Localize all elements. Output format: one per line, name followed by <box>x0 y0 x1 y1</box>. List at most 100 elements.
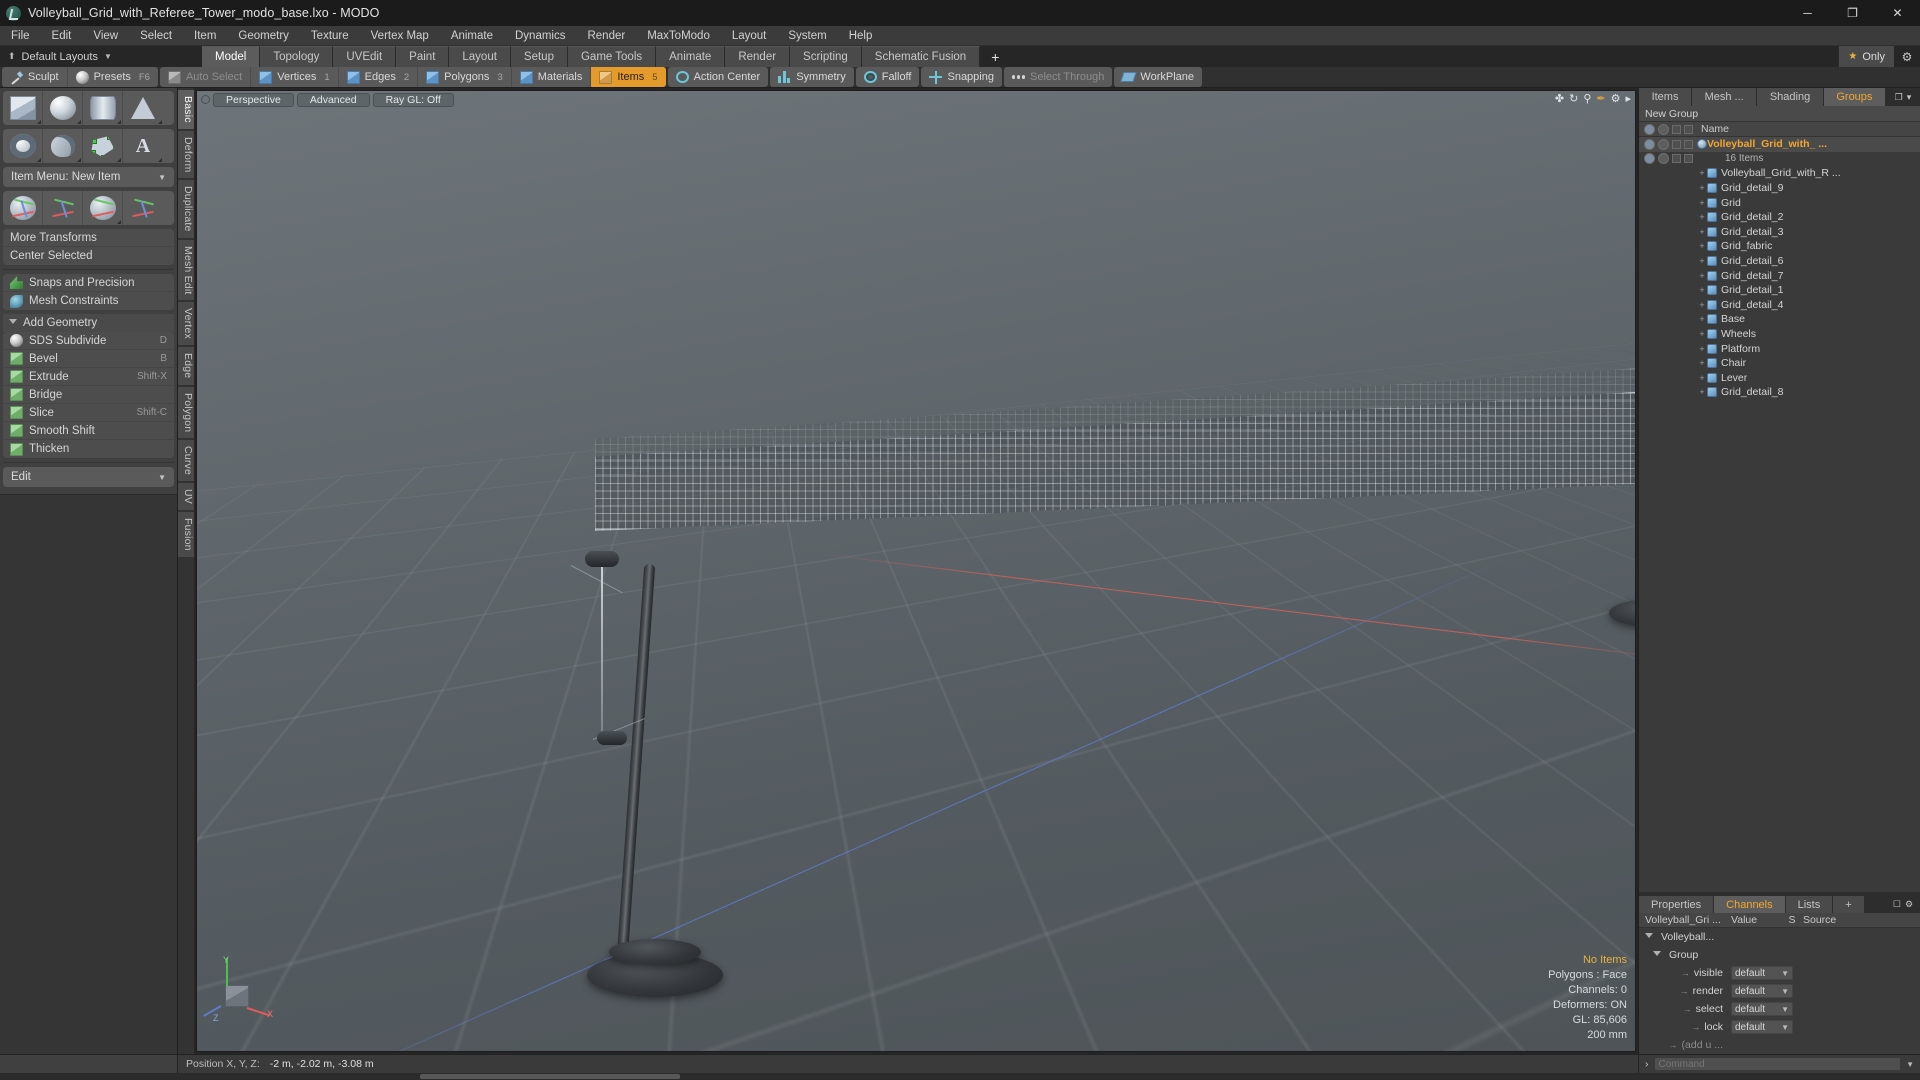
table-row[interactable]: + Volleyball_Grid_with_R ... <box>1639 166 1920 181</box>
panel-menu-icon[interactable]: ▾ <box>1907 92 1912 103</box>
rotate-tool[interactable] <box>43 191 83 225</box>
menu-animate[interactable]: Animate <box>440 26 504 46</box>
expand-icon[interactable]: + <box>1697 168 1707 178</box>
chevron-down-icon[interactable] <box>1653 951 1661 959</box>
extrude-row[interactable]: Extrude Shift-X <box>3 368 174 386</box>
zoom-view-icon[interactable]: ⚲ <box>1583 94 1591 105</box>
render-icon[interactable] <box>1658 123 1669 135</box>
channel-value-dropdown[interactable]: default ▼ <box>1731 966 1793 980</box>
lock-icon[interactable] <box>1684 139 1693 149</box>
expand-icon[interactable]: + <box>1697 314 1707 324</box>
add-geometry-header[interactable]: Add Geometry <box>3 314 174 332</box>
chevron-down-icon[interactable]: ▼ <box>1906 1060 1914 1069</box>
workplane-button[interactable]: WorkPlane <box>1114 67 1202 87</box>
raygl-selector[interactable]: Ray GL: Off <box>372 92 454 107</box>
table-row[interactable]: + Grid_detail_1 <box>1639 283 1920 298</box>
table-row[interactable]: + Grid_detail_6 <box>1639 254 1920 269</box>
panel-popout-icon[interactable]: ☐ <box>1893 899 1901 910</box>
auto-select-button[interactable]: Auto Select <box>160 67 252 87</box>
scale-tool[interactable] <box>83 191 123 225</box>
expand-icon[interactable]: ▸ <box>1625 94 1631 105</box>
expand-icon[interactable]: + <box>1697 183 1707 193</box>
expand-icon[interactable]: + <box>1697 212 1707 222</box>
eye-icon[interactable] <box>1644 153 1655 165</box>
table-row[interactable]: + Grid_detail_2 <box>1639 210 1920 225</box>
expand-icon[interactable]: + <box>1697 300 1707 310</box>
menu-help[interactable]: Help <box>838 26 884 46</box>
tab-uvedit[interactable]: UVEdit <box>333 46 397 67</box>
table-row[interactable]: Group <box>1639 946 1920 964</box>
scrollbar-thumb[interactable] <box>420 1074 680 1079</box>
tab-properties[interactable]: Properties <box>1639 896 1715 913</box>
slice-row[interactable]: Slice Shift-C <box>3 404 174 422</box>
polygon-tool[interactable] <box>83 129 123 163</box>
eye-icon[interactable] <box>1644 138 1655 150</box>
symmetry-button[interactable]: Symmetry <box>770 67 854 87</box>
table-row[interactable]: + Base <box>1639 312 1920 327</box>
render-icon[interactable] <box>1658 138 1669 150</box>
items-button[interactable]: Items 5 <box>591 67 666 87</box>
expand-icon[interactable]: + <box>1697 198 1707 208</box>
add-tab-button[interactable]: + <box>980 46 1011 67</box>
table-row[interactable]: + Grid_detail_4 <box>1639 298 1920 313</box>
expand-icon[interactable]: + <box>1697 387 1707 397</box>
expand-icon[interactable]: + <box>1697 256 1707 266</box>
move-tool[interactable] <box>3 191 43 225</box>
table-row[interactable]: + Wheels <box>1639 327 1920 342</box>
tab-game-tools[interactable]: Game Tools <box>567 46 657 67</box>
menu-geometry[interactable]: Geometry <box>227 26 300 46</box>
move-view-icon[interactable]: ✤ <box>1555 94 1564 105</box>
table-row[interactable]: → visible default ▼ <box>1639 964 1920 982</box>
sculpt-button[interactable]: Sculpt <box>2 67 68 87</box>
thicken-row[interactable]: Thicken <box>3 440 174 458</box>
vtab-duplicate[interactable]: Duplicate <box>178 180 194 238</box>
only-button[interactable]: ★ Only <box>1838 46 1894 67</box>
render-icon[interactable] <box>1658 153 1669 165</box>
select-lock-icon[interactable] <box>1672 154 1681 164</box>
table-row[interactable]: → (add u ... <box>1639 1036 1920 1054</box>
vtab-uv[interactable]: UV <box>178 483 194 511</box>
horizontal-scrollbar[interactable] <box>0 1073 1920 1080</box>
vtab-edge[interactable]: Edge <box>178 347 194 385</box>
transform-tool[interactable] <box>123 191 163 225</box>
panel-popout-icon[interactable]: ❐ <box>1895 92 1903 103</box>
vtab-fusion[interactable]: Fusion <box>178 512 194 557</box>
lock-icon[interactable] <box>1684 154 1693 164</box>
vtab-deform[interactable]: Deform <box>178 130 194 179</box>
materials-button[interactable]: Materials <box>512 67 592 87</box>
tab-setup[interactable]: Setup <box>510 46 568 67</box>
shading-selector[interactable]: Advanced <box>296 92 370 107</box>
expand-icon[interactable]: + <box>1697 285 1707 295</box>
table-row[interactable]: + Grid_fabric <box>1639 239 1920 254</box>
table-row[interactable]: → select default ▼ <box>1639 1000 1920 1018</box>
perspective-viewport[interactable]: Perspective Advanced Ray GL: Off ✤ ↻ ⚲ ✒… <box>196 90 1636 1052</box>
table-row[interactable]: 16 Items <box>1639 152 1920 167</box>
vertices-button[interactable]: Vertices 1 <box>251 67 339 87</box>
new-group-bar[interactable]: New Group <box>1639 106 1920 122</box>
table-row[interactable]: + Chair <box>1639 356 1920 371</box>
smooth-shift-row[interactable]: Smooth Shift <box>3 422 174 440</box>
table-row[interactable]: + Lever <box>1639 371 1920 386</box>
pen-icon[interactable]: ✒ <box>1596 94 1605 105</box>
perspective-selector[interactable]: Perspective <box>213 92 294 107</box>
center-selected-row[interactable]: Center Selected <box>3 247 174 265</box>
eye-icon[interactable] <box>1644 123 1655 135</box>
chevron-down-icon[interactable] <box>1645 933 1653 941</box>
menu-vertex-map[interactable]: Vertex Map <box>360 26 440 46</box>
tab-shading[interactable]: Shading <box>1757 88 1824 106</box>
tab-groups[interactable]: Groups <box>1823 88 1886 106</box>
menu-render[interactable]: Render <box>576 26 636 46</box>
torus-tool[interactable] <box>3 129 43 163</box>
select-lock-icon[interactable] <box>1672 124 1681 134</box>
tab-mesh-ops[interactable]: Mesh ... <box>1692 88 1758 106</box>
menu-select[interactable]: Select <box>129 26 183 46</box>
table-row[interactable]: → lock default ▼ <box>1639 1018 1920 1036</box>
close-button[interactable]: ✕ <box>1875 0 1920 26</box>
layout-picker[interactable]: ⬆ Default Layouts ▼ <box>0 46 140 67</box>
channel-value-dropdown[interactable]: default ▼ <box>1731 984 1793 998</box>
tab-items[interactable]: Items <box>1639 88 1693 106</box>
tab-animate[interactable]: Animate <box>656 46 726 67</box>
tab-render[interactable]: Render <box>725 46 791 67</box>
bridge-row[interactable]: Bridge <box>3 386 174 404</box>
table-row[interactable]: + Grid_detail_8 <box>1639 385 1920 400</box>
